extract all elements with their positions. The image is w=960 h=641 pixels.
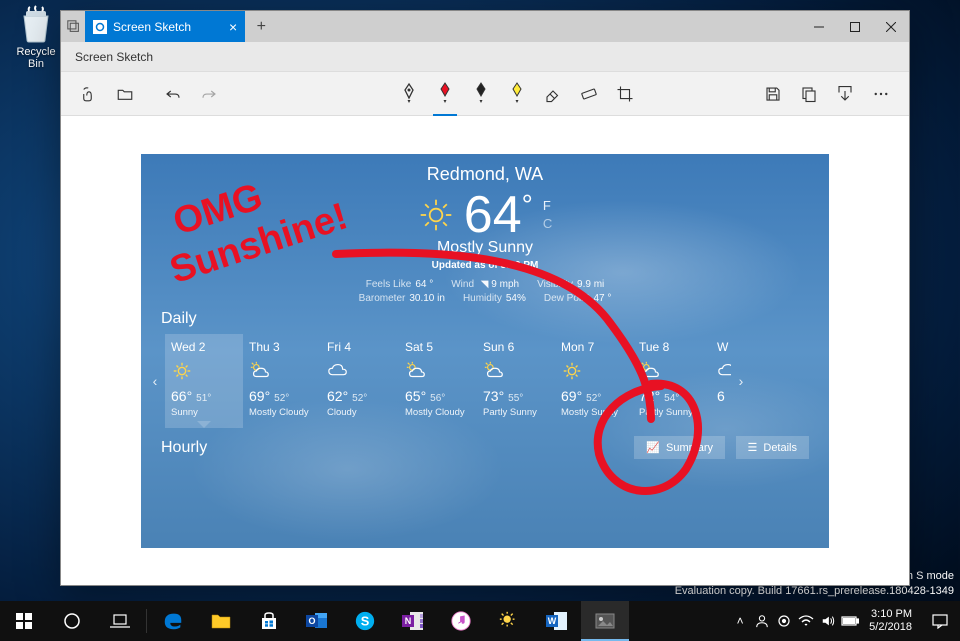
- task-view-button[interactable]: [96, 601, 144, 641]
- share-button[interactable]: [829, 78, 861, 110]
- redo-button[interactable]: [193, 78, 225, 110]
- svg-text:S: S: [361, 614, 370, 629]
- wifi-icon[interactable]: [795, 601, 817, 641]
- itunes-button[interactable]: [437, 601, 485, 641]
- maximize-button[interactable]: [837, 11, 873, 42]
- tray-chevron-icon[interactable]: ˄: [729, 601, 751, 641]
- word-button[interactable]: W: [533, 601, 581, 641]
- edge-button[interactable]: [149, 601, 197, 641]
- close-button[interactable]: [873, 11, 909, 42]
- weather-updated: Updated as of 3:00 PM: [141, 260, 829, 271]
- undo-button[interactable]: [157, 78, 189, 110]
- action-center-button[interactable]: [920, 613, 960, 629]
- titlebar: Screen Sketch × +: [61, 11, 909, 42]
- weather-screenshot: Redmond, WA 64° F C Mostly Sunn: [141, 154, 829, 548]
- tab-screen-sketch[interactable]: Screen Sketch ×: [85, 11, 245, 42]
- prev-day-button[interactable]: ‹: [145, 334, 165, 428]
- tab-app-icon: [93, 20, 107, 34]
- minimize-button[interactable]: [801, 11, 837, 42]
- pen-tool-button[interactable]: ▾: [429, 78, 461, 110]
- svg-text:N: N: [405, 616, 412, 626]
- day-name: Thu 3: [249, 340, 315, 354]
- daily-title: Daily: [141, 304, 829, 330]
- tab-title: Screen Sketch: [113, 20, 191, 34]
- hourly-title: Hourly: [161, 439, 207, 457]
- taskbar-clock[interactable]: 3:10 PM 5/2/2018: [861, 608, 920, 634]
- window-icon: [61, 11, 85, 42]
- copy-button[interactable]: [793, 78, 825, 110]
- subheader-title: Screen Sketch: [75, 50, 153, 64]
- day-card[interactable]: Sun 673°55°Partly Sunny: [477, 334, 555, 428]
- cortana-button[interactable]: [48, 601, 96, 641]
- weather-location: Redmond, WA: [141, 154, 829, 185]
- temp-units[interactable]: F C: [543, 197, 552, 232]
- day-card[interactable]: W6: [711, 334, 731, 428]
- location-icon[interactable]: [773, 601, 795, 641]
- skype-button[interactable]: S: [341, 601, 389, 641]
- more-button[interactable]: [865, 78, 897, 110]
- daily-forecast: ‹ Wed 266°51°SunnyThu 369°52°Mostly Clou…: [141, 330, 829, 428]
- screen-sketch-window: Screen Sketch × + Screen Sketch ▾: [60, 10, 910, 586]
- day-name: Sun 6: [483, 340, 549, 354]
- battery-icon[interactable]: [839, 601, 861, 641]
- day-card[interactable]: Tue 872°54°Partly Sunny: [633, 334, 711, 428]
- taskbar: O S N W ˄ 3:10 PM 5/2/20: [0, 601, 960, 641]
- day-name: Fri 4: [327, 340, 393, 354]
- ruler-button[interactable]: [573, 78, 605, 110]
- day-card[interactable]: Sat 565°56°Mostly Cloudy: [399, 334, 477, 428]
- weather-button[interactable]: [485, 601, 533, 641]
- canvas-area[interactable]: Redmond, WA 64° F C Mostly Sunn: [61, 116, 909, 585]
- subheader: Screen Sketch: [61, 42, 909, 72]
- summary-button[interactable]: 📈Summary: [634, 436, 725, 459]
- svg-text:W: W: [548, 616, 557, 626]
- volume-icon[interactable]: [817, 601, 839, 641]
- recycle-bin-icon: [16, 4, 56, 44]
- day-name: Mon 7: [561, 340, 627, 354]
- day-card[interactable]: Mon 769°52°Mostly Sunny: [555, 334, 633, 428]
- weather-temp: 64: [464, 186, 522, 244]
- highlighter-button[interactable]: ▾: [501, 78, 533, 110]
- details-button[interactable]: ☰Details: [736, 436, 810, 459]
- outlook-button[interactable]: O: [293, 601, 341, 641]
- ballpoint-pen-button[interactable]: ▾: [393, 78, 425, 110]
- tab-close-icon[interactable]: ×: [229, 19, 237, 35]
- day-name: Wed 2: [171, 340, 237, 354]
- open-button[interactable]: [109, 78, 141, 110]
- sun-icon: [418, 197, 454, 233]
- start-button[interactable]: [0, 601, 48, 641]
- weather-condition: Mostly Sunny: [141, 239, 829, 257]
- new-tab-button[interactable]: +: [245, 11, 277, 42]
- onenote-button[interactable]: N: [389, 601, 437, 641]
- people-icon[interactable]: [751, 601, 773, 641]
- touch-writing-button[interactable]: [73, 78, 105, 110]
- file-explorer-button[interactable]: [197, 601, 245, 641]
- svg-text:O: O: [308, 616, 315, 626]
- day-name: Tue 8: [639, 340, 705, 354]
- recycle-bin[interactable]: Recycle Bin: [8, 4, 64, 70]
- store-button[interactable]: [245, 601, 293, 641]
- day-card[interactable]: Wed 266°51°Sunny: [165, 334, 243, 428]
- pencil-tool-button[interactable]: ▾: [465, 78, 497, 110]
- toolbar: ▾ ▾ ▾ ▾: [61, 72, 909, 116]
- crop-button[interactable]: [609, 78, 641, 110]
- day-card[interactable]: Thu 369°52°Mostly Cloudy: [243, 334, 321, 428]
- system-tray: ˄ 3:10 PM 5/2/2018: [729, 601, 960, 641]
- eraser-button[interactable]: [537, 78, 569, 110]
- recycle-bin-label: Recycle Bin: [8, 46, 64, 70]
- day-name: W: [717, 340, 725, 354]
- screen-sketch-taskbar-button[interactable]: [581, 601, 629, 641]
- save-button[interactable]: [757, 78, 789, 110]
- day-name: Sat 5: [405, 340, 471, 354]
- day-card[interactable]: Fri 462°52°Cloudy: [321, 334, 399, 428]
- next-day-button[interactable]: ›: [731, 334, 751, 428]
